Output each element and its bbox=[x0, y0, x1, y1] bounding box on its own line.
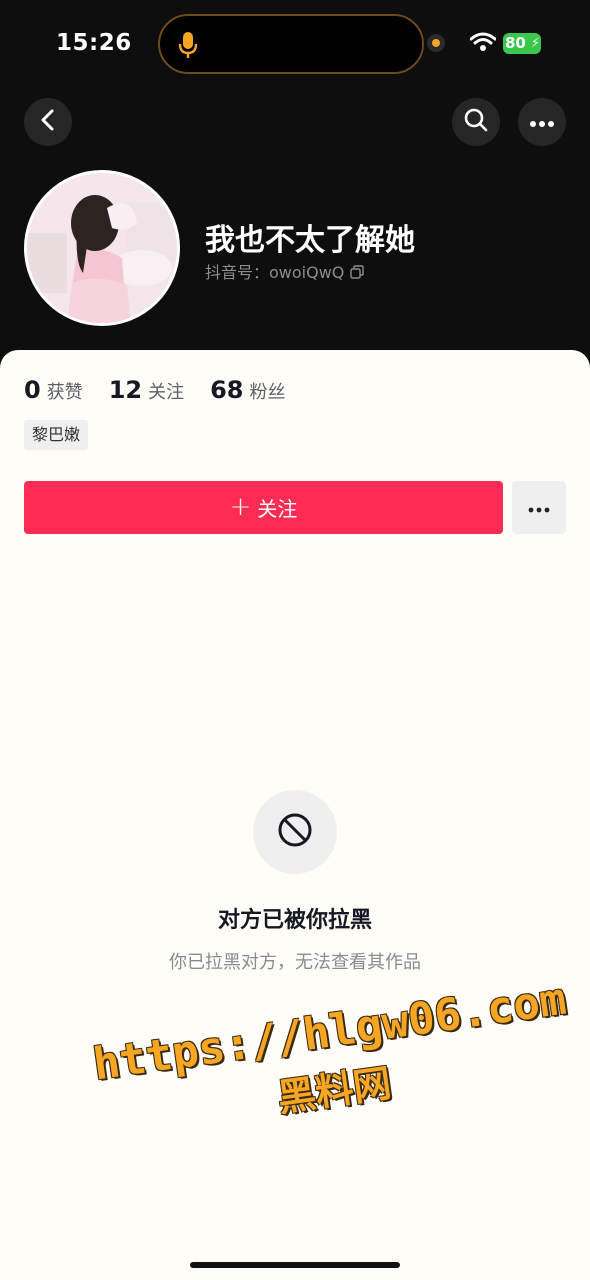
more-horizontal-icon bbox=[529, 113, 555, 132]
blocked-icon bbox=[277, 812, 313, 852]
blocked-title: 对方已被你拉黑 bbox=[217, 908, 372, 933]
chevron-left-icon bbox=[38, 108, 58, 136]
douyin-id-text: 抖音号：owoiQwQ bbox=[205, 263, 345, 282]
stat-following-label: 关注 bbox=[148, 382, 185, 403]
stat-likes-label: 获赞 bbox=[46, 382, 83, 403]
microphone-icon bbox=[178, 30, 198, 64]
battery-level: 80 bbox=[505, 34, 526, 52]
wifi-icon bbox=[469, 32, 497, 56]
stat-following[interactable]: 12 关注 bbox=[109, 376, 184, 404]
follow-more-button[interactable] bbox=[512, 481, 566, 534]
dynamic-island bbox=[158, 14, 424, 74]
search-icon bbox=[463, 107, 489, 137]
stat-likes-count: 0 bbox=[24, 376, 41, 404]
follow-button[interactable]: + 关注 bbox=[24, 481, 503, 534]
battery-indicator: 80 ⚡ bbox=[503, 33, 541, 54]
profile-content-sheet: 0 获赞 12 关注 68 粉丝 黎巴嫩 + 关注 对方已被你拉黑 你已拉黑对方，无法… bbox=[0, 350, 590, 1280]
stat-likes: 0 获赞 bbox=[24, 376, 83, 404]
copy-icon[interactable] bbox=[350, 264, 365, 283]
avatar[interactable] bbox=[24, 170, 180, 326]
search-button[interactable] bbox=[452, 98, 500, 146]
follow-button-label: 关注 bbox=[257, 497, 298, 521]
privacy-indicator-icon bbox=[427, 34, 445, 52]
more-options-button[interactable] bbox=[518, 98, 566, 146]
status-time: 15:26 bbox=[56, 30, 132, 56]
stat-followers-count: 68 bbox=[210, 376, 244, 404]
home-indicator[interactable] bbox=[190, 1262, 400, 1268]
stat-followers-label: 粉丝 bbox=[249, 382, 286, 403]
location-tag: 黎巴嫩 bbox=[24, 420, 89, 450]
more-horizontal-icon bbox=[528, 498, 550, 517]
blocked-description: 你已拉黑对方，无法查看其作品 bbox=[169, 952, 421, 973]
profile-stats: 0 获赞 12 关注 68 粉丝 bbox=[24, 376, 286, 404]
douyin-id[interactable]: 抖音号：owoiQwQ bbox=[205, 259, 365, 283]
profile-nickname: 我也不太了解她 bbox=[205, 223, 415, 258]
plus-icon: + bbox=[229, 491, 252, 522]
back-button[interactable] bbox=[24, 98, 72, 146]
stat-following-count: 12 bbox=[108, 376, 143, 404]
blocked-icon-container bbox=[253, 790, 337, 874]
stat-followers[interactable]: 68 粉丝 bbox=[210, 376, 285, 404]
charging-icon: ⚡ bbox=[530, 36, 540, 51]
